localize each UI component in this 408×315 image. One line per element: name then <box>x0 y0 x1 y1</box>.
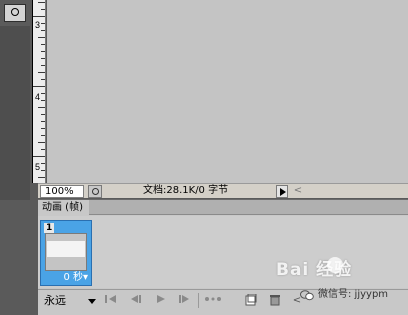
play-button[interactable] <box>152 294 170 308</box>
next-frame-button[interactable] <box>176 294 194 308</box>
frame-number: 1 <box>44 223 55 233</box>
ruler-tick <box>41 51 45 52</box>
first-frame-icon <box>105 295 116 303</box>
loop-option-label: 永远 <box>44 294 66 307</box>
ruler-tick <box>41 100 45 101</box>
ruler-tick <box>41 93 45 94</box>
frame-delay-dropdown[interactable]: 0 秒▾ <box>63 272 88 284</box>
ruler-tick <box>41 114 45 115</box>
zoom-level-field[interactable]: 100% <box>40 185 84 198</box>
quick-mask-icon <box>11 8 19 16</box>
ruler-label-4: 4 <box>35 92 41 102</box>
ruler-tick <box>41 30 45 31</box>
status-menu-arrow-button[interactable] <box>276 185 288 198</box>
previous-frame-icon <box>131 295 141 303</box>
ruler-tick <box>41 44 45 45</box>
ruler-tick <box>41 128 45 129</box>
paw-icon <box>327 257 343 273</box>
panel-tab-bar: 动画 (帧) <box>38 200 408 215</box>
ruler-label-5: 5 <box>35 162 41 172</box>
ruler-tick <box>38 107 45 108</box>
status-bar: 100% 文档:28.1K/0 字节 < <box>38 183 408 198</box>
tween-icon <box>205 297 221 301</box>
ruler-tick <box>41 163 45 164</box>
ruler-tick <box>41 135 45 136</box>
ruler-tick <box>41 79 45 80</box>
ruler-tick <box>38 72 45 73</box>
chevron-down-icon <box>88 299 96 304</box>
wechat-icon <box>300 290 314 301</box>
ruler-tick <box>41 170 45 171</box>
ruler-tick <box>41 121 45 122</box>
animation-frame[interactable]: 1 0 秒▾ <box>40 220 92 286</box>
wechat-account-text: 微信号: jjyypm <box>318 289 389 300</box>
ruler-tick <box>41 58 45 59</box>
tool-panel <box>0 0 30 200</box>
watermark: Bai 经验 微信号: jjyypm <box>248 255 398 313</box>
document-canvas[interactable] <box>47 0 408 183</box>
ruler-tick <box>33 156 45 157</box>
ruler-tick <box>33 16 45 17</box>
ruler-tick <box>38 177 45 178</box>
tab-animation-frames[interactable]: 动画 (帧) <box>38 200 89 215</box>
next-frame-icon <box>179 295 189 303</box>
tool-panel-background <box>0 26 30 200</box>
scroll-left-arrow-icon[interactable]: < <box>292 184 304 198</box>
tween-button[interactable] <box>204 294 222 308</box>
play-icon <box>157 295 165 303</box>
previous-frame-button[interactable] <box>126 294 144 308</box>
frame-thumbnail <box>45 233 87 271</box>
ruler-tick <box>33 86 45 87</box>
status-info-icon[interactable] <box>88 185 102 198</box>
ruler-tick <box>41 149 45 150</box>
ruler-tick <box>38 142 45 143</box>
ruler-tick <box>41 65 45 66</box>
toolbar-divider <box>198 293 199 308</box>
ruler-tick <box>38 37 45 38</box>
vertical-ruler: 3 4 5 <box>32 0 46 183</box>
loop-options-select[interactable]: 永远 <box>40 294 96 308</box>
first-frame-button[interactable] <box>102 294 120 308</box>
document-size-info: 文档:28.1K/0 字节 <box>143 185 229 196</box>
ruler-tick <box>41 9 45 10</box>
ruler-tick <box>41 23 45 24</box>
ruler-tick <box>38 2 45 3</box>
ruler-label-3: 3 <box>35 20 41 30</box>
quick-mask-button[interactable] <box>4 4 26 22</box>
